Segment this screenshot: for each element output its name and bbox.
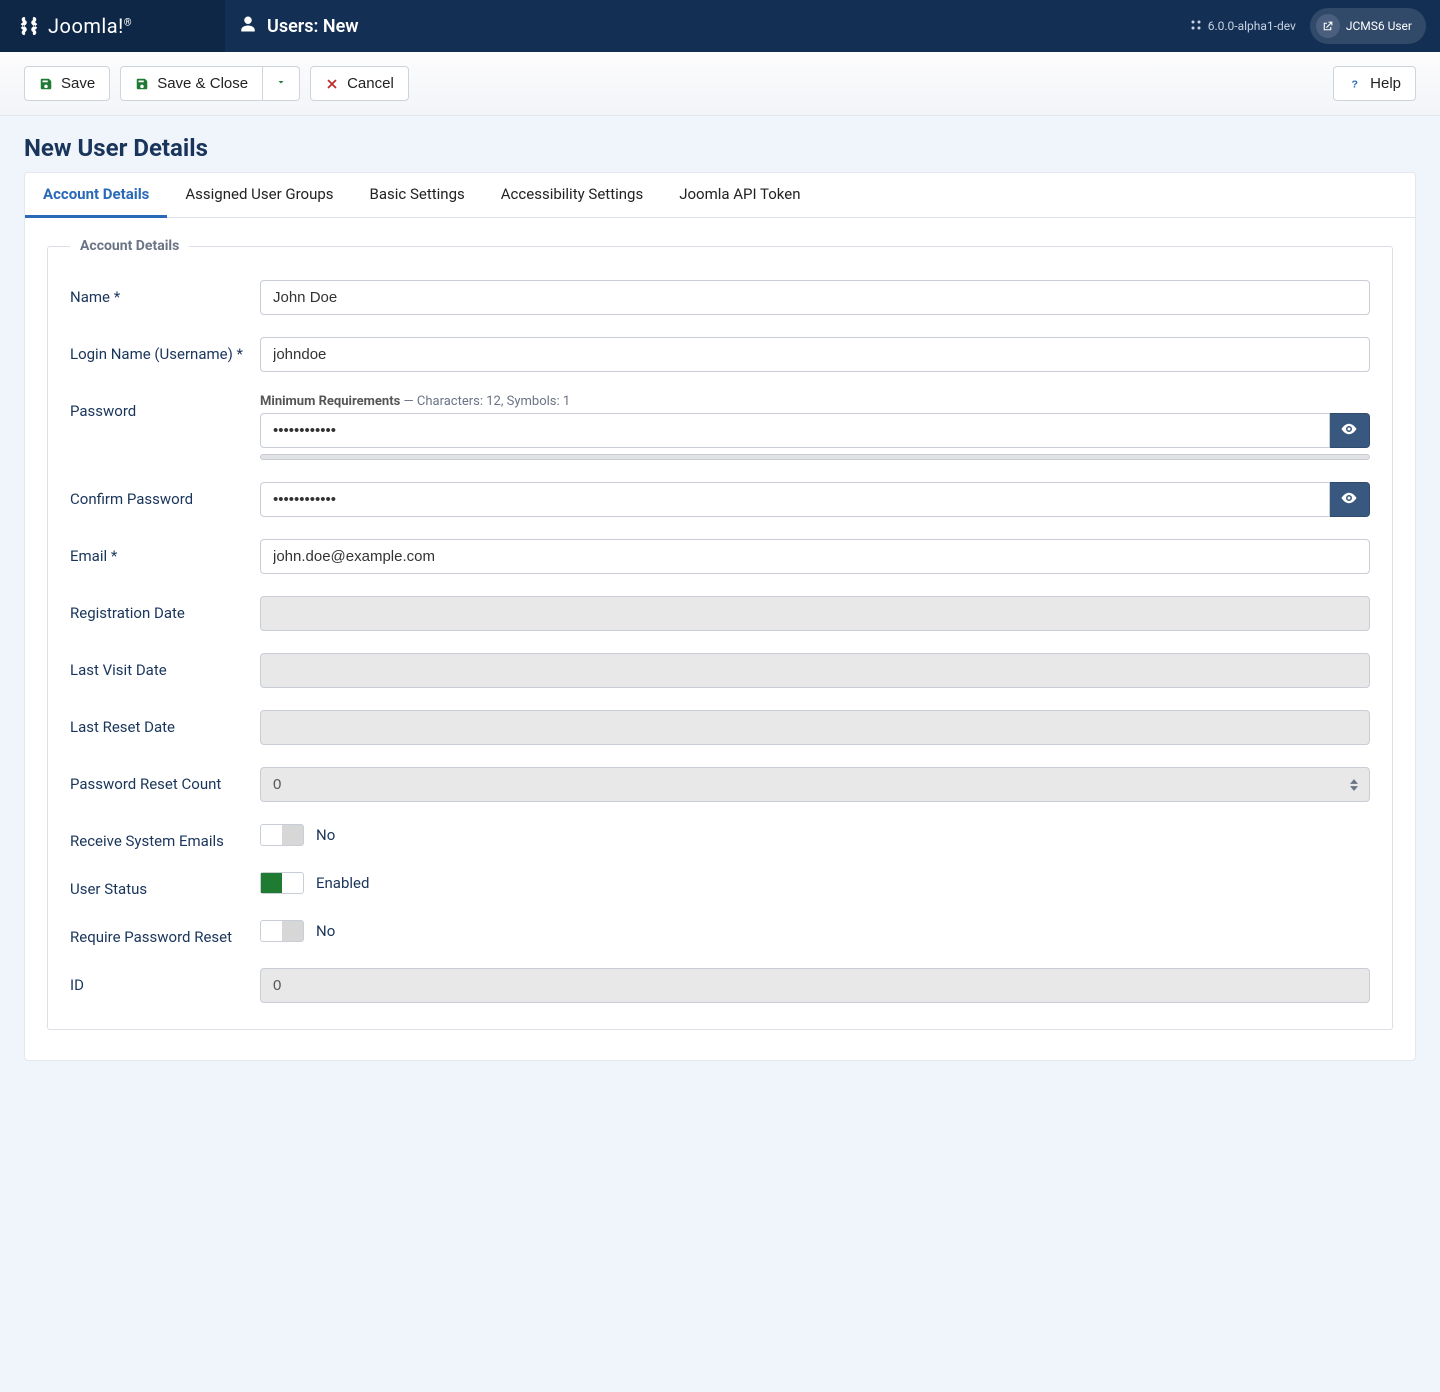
user-menu[interactable]: JCMS6 User <box>1310 8 1426 44</box>
save-button[interactable]: Save <box>24 66 110 101</box>
user-status-label: User Status <box>70 872 260 898</box>
user-icon <box>239 15 257 37</box>
joomla-mini-icon <box>1190 19 1202 34</box>
reset-count-input <box>260 767 1370 802</box>
system-emails-toggle[interactable] <box>260 824 304 846</box>
top-header: Joomla!® Users: New 6.0.0-alpha1-dev JCM… <box>0 0 1440 52</box>
system-emails-value: No <box>316 826 335 844</box>
svg-text:?: ? <box>1352 78 1358 90</box>
cancel-icon <box>325 77 339 91</box>
save-dropdown-button[interactable] <box>263 66 300 101</box>
require-reset-toggle[interactable] <box>260 920 304 942</box>
save-icon <box>135 77 149 91</box>
tabs-bar: Account Details Assigned User Groups Bas… <box>25 173 1415 218</box>
last-visit-date-input <box>260 653 1370 688</box>
header-right: 6.0.0-alpha1-dev JCMS6 User <box>1190 8 1440 44</box>
brand-text: Joomla!® <box>48 14 132 38</box>
page-heading: New User Details <box>24 134 1416 162</box>
help-label: Help <box>1370 75 1401 92</box>
email-input[interactable] <box>260 539 1370 574</box>
last-visit-date-label: Last Visit Date <box>70 653 260 679</box>
email-label: Email * <box>70 539 260 565</box>
eye-icon <box>1340 420 1358 442</box>
password-strength-meter <box>260 454 1370 460</box>
brand-block[interactable]: Joomla!® <box>0 0 225 52</box>
require-reset-label: Require Password Reset <box>70 920 260 946</box>
cancel-label: Cancel <box>347 75 394 92</box>
username-label: Login Name (Username) * <box>70 337 260 363</box>
tab-assigned-user-groups[interactable]: Assigned User Groups <box>167 173 351 217</box>
stepper-icon <box>1350 779 1358 791</box>
help-icon: ? <box>1348 77 1362 91</box>
tabs-panel: Account Details Assigned User Groups Bas… <box>24 172 1416 1061</box>
last-reset-date-input <box>260 710 1370 745</box>
save-icon <box>39 77 53 91</box>
page-title-block: Users: New <box>225 15 359 37</box>
name-input[interactable] <box>260 280 1370 315</box>
version-block[interactable]: 6.0.0-alpha1-dev <box>1190 19 1296 34</box>
help-button[interactable]: ? Help <box>1333 66 1416 101</box>
toolbar: Save Save & Close Cancel ? Help <box>0 52 1440 116</box>
require-reset-value: No <box>316 922 335 940</box>
id-label: ID <box>70 968 260 994</box>
chevron-down-icon <box>275 75 287 92</box>
name-label: Name * <box>70 280 260 306</box>
cancel-button[interactable]: Cancel <box>310 66 409 101</box>
fieldset-legend: Account Details <box>70 238 189 254</box>
registration-date-label: Registration Date <box>70 596 260 622</box>
id-input <box>260 968 1370 1003</box>
password-label: Password <box>70 394 260 420</box>
user-name: JCMS6 User <box>1346 19 1412 33</box>
save-close-group: Save & Close <box>120 66 300 101</box>
last-reset-date-label: Last Reset Date <box>70 710 260 736</box>
registration-date-input <box>260 596 1370 631</box>
save-close-label: Save & Close <box>157 75 248 92</box>
panel-body: Account Details Name * Login Name (Usern… <box>25 218 1415 1060</box>
version-text: 6.0.0-alpha1-dev <box>1208 19 1296 33</box>
save-label: Save <box>61 75 95 92</box>
password-input[interactable] <box>260 413 1330 448</box>
page-title: Users: New <box>267 16 359 37</box>
confirm-password-visibility-toggle[interactable] <box>1330 482 1370 517</box>
account-details-fieldset: Account Details Name * Login Name (Usern… <box>47 238 1393 1030</box>
eye-icon <box>1340 489 1358 511</box>
tab-joomla-api-token[interactable]: Joomla API Token <box>661 173 818 217</box>
system-emails-label: Receive System Emails <box>70 824 260 850</box>
reset-count-label: Password Reset Count <box>70 767 260 793</box>
tab-accessibility-settings[interactable]: Accessibility Settings <box>483 173 661 217</box>
external-link-icon <box>1316 14 1340 38</box>
confirm-password-label: Confirm Password <box>70 482 260 508</box>
confirm-password-input[interactable] <box>260 482 1330 517</box>
password-requirements: Minimum Requirements — Characters: 12, S… <box>260 394 1370 409</box>
joomla-logo-icon <box>18 15 40 37</box>
content: New User Details Account Details Assigne… <box>0 116 1440 1091</box>
tab-account-details[interactable]: Account Details <box>25 173 167 218</box>
username-input[interactable] <box>260 337 1370 372</box>
save-close-button[interactable]: Save & Close <box>120 66 263 101</box>
user-status-toggle[interactable] <box>260 872 304 894</box>
user-status-value: Enabled <box>316 874 369 892</box>
password-visibility-toggle[interactable] <box>1330 413 1370 448</box>
tab-basic-settings[interactable]: Basic Settings <box>352 173 483 217</box>
